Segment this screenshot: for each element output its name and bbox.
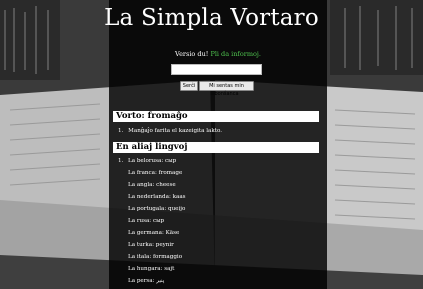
list-number: 1. (118, 128, 124, 134)
site-title: La Simpla Vortaro (104, 5, 319, 31)
translations-heading: En aliaj lingvoj (113, 142, 319, 153)
translation-item: La angla: cheese (128, 182, 176, 188)
version-line: Versio du! Pli da informoj. (109, 50, 327, 59)
translation-item: La hungara: sajt (128, 266, 175, 272)
translation-item: La franca: fromage (128, 170, 183, 176)
word-heading: Vorto: fromaĝo (113, 111, 319, 122)
random-word-button[interactable]: Mi sentas min bonŝanca (199, 81, 254, 97)
definition-text: Manĝaĵo farita el kazeigita lakto. (128, 128, 223, 134)
translation-item: La nederlanda: kaas (128, 194, 186, 200)
translation-item: La portugala: queijo (128, 206, 186, 212)
version-text: Versio du! (174, 50, 209, 58)
translation-item: La itala: formaggio (128, 254, 183, 260)
search-input[interactable] (171, 64, 262, 75)
translation-item: La belorusa: сыр (128, 158, 177, 164)
translation-item: La germana: Käse (128, 230, 180, 236)
translation-item: La turka: peynir (128, 242, 174, 248)
list-number: 1. (118, 158, 124, 164)
definition-item: 1. Manĝaĵo farita el kazeigita lakto. (118, 128, 222, 135)
more-info-link[interactable]: Pli da informoj. (210, 50, 261, 58)
search-button[interactable]: Serĉi (180, 81, 198, 91)
translation-item: La rusa: сыр (128, 218, 165, 224)
translation-item: La persa: پنیر (128, 278, 165, 284)
